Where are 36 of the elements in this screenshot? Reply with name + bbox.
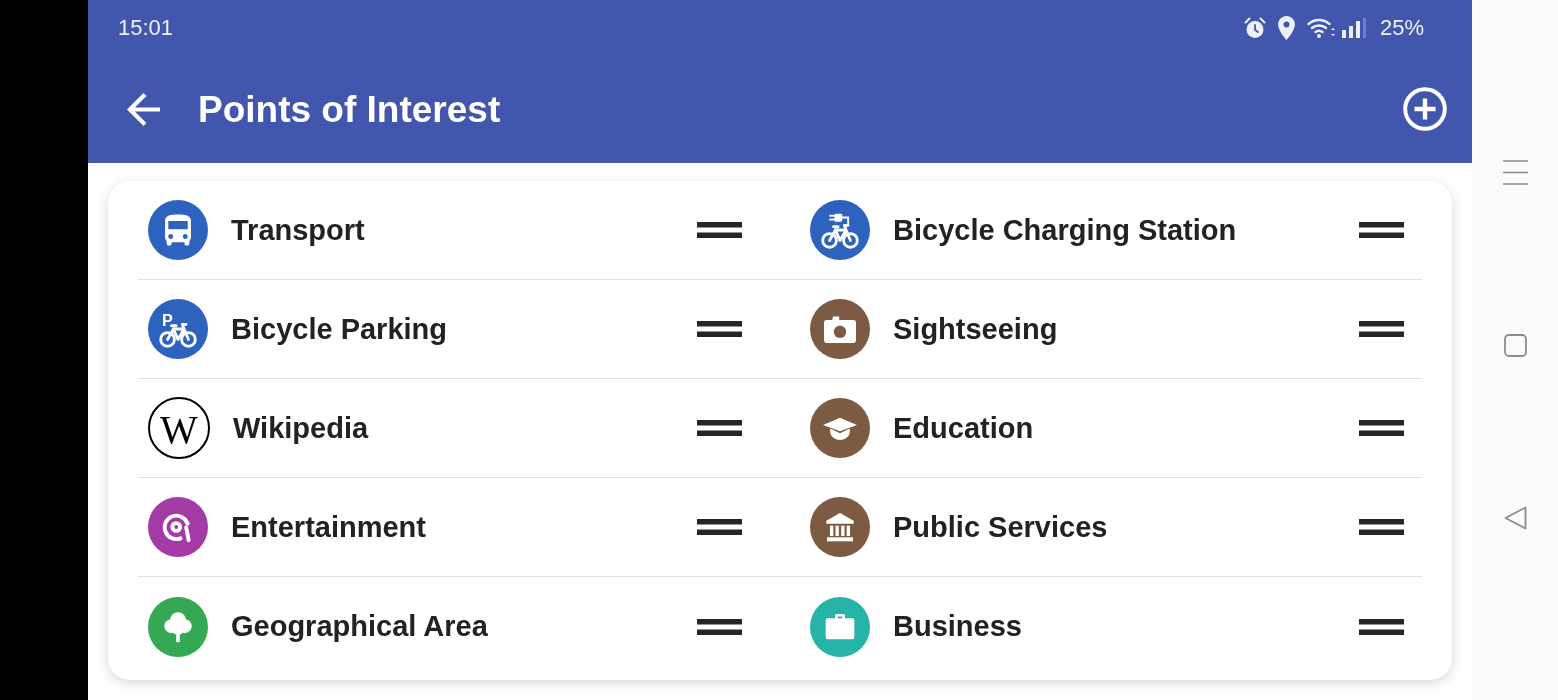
back-button[interactable] <box>127 92 160 126</box>
category-label[interactable]: Transport <box>231 215 697 245</box>
category-label[interactable]: Entertainment <box>231 512 697 542</box>
category-label[interactable]: Wikipedia <box>233 413 697 443</box>
category-label[interactable]: Bicycle Parking <box>231 314 697 344</box>
back-triangle-icon[interactable] <box>1503 506 1527 530</box>
category-label[interactable]: Public Services <box>893 512 1359 542</box>
wifi-icon <box>1306 16 1337 39</box>
add-button[interactable] <box>1403 87 1447 131</box>
bicycle-parking-icon: P <box>148 299 208 359</box>
drag-handle-icon[interactable] <box>697 618 742 635</box>
back-arrow-icon <box>127 92 160 126</box>
drag-handle-icon[interactable] <box>697 321 742 337</box>
drag-handle-icon[interactable] <box>1359 519 1404 535</box>
plus-circle-icon <box>1403 87 1447 131</box>
letter-w-logo-icon: W <box>148 397 210 459</box>
recent-apps-icon[interactable] <box>1502 160 1528 185</box>
screen-title: Points of Interest <box>198 90 501 128</box>
drag-handle-icon[interactable] <box>1359 420 1404 436</box>
signal-bars-icon <box>1341 17 1366 38</box>
category-label[interactable]: Bicycle Charging Station <box>893 215 1359 245</box>
drag-handle-icon[interactable] <box>1359 618 1404 635</box>
alarm-clock-icon <box>1243 16 1266 39</box>
drag-handle-icon[interactable] <box>1359 222 1404 238</box>
home-square-icon[interactable] <box>1503 334 1527 357</box>
category-label[interactable]: Business <box>893 612 1359 641</box>
drag-handle-icon[interactable] <box>697 420 742 436</box>
drag-handle-icon[interactable] <box>1359 321 1404 337</box>
drag-handle-icon[interactable] <box>697 519 742 535</box>
category-label[interactable]: Education <box>893 413 1359 443</box>
drag-handle-icon[interactable] <box>697 222 742 238</box>
category-label[interactable]: Geographical Area <box>231 612 697 641</box>
category-label[interactable]: Sightseeing <box>893 314 1359 344</box>
battery-percentage: 25% <box>1379 16 1424 39</box>
location-pin-icon <box>1277 15 1295 40</box>
status-time: 15:01 <box>118 16 174 39</box>
